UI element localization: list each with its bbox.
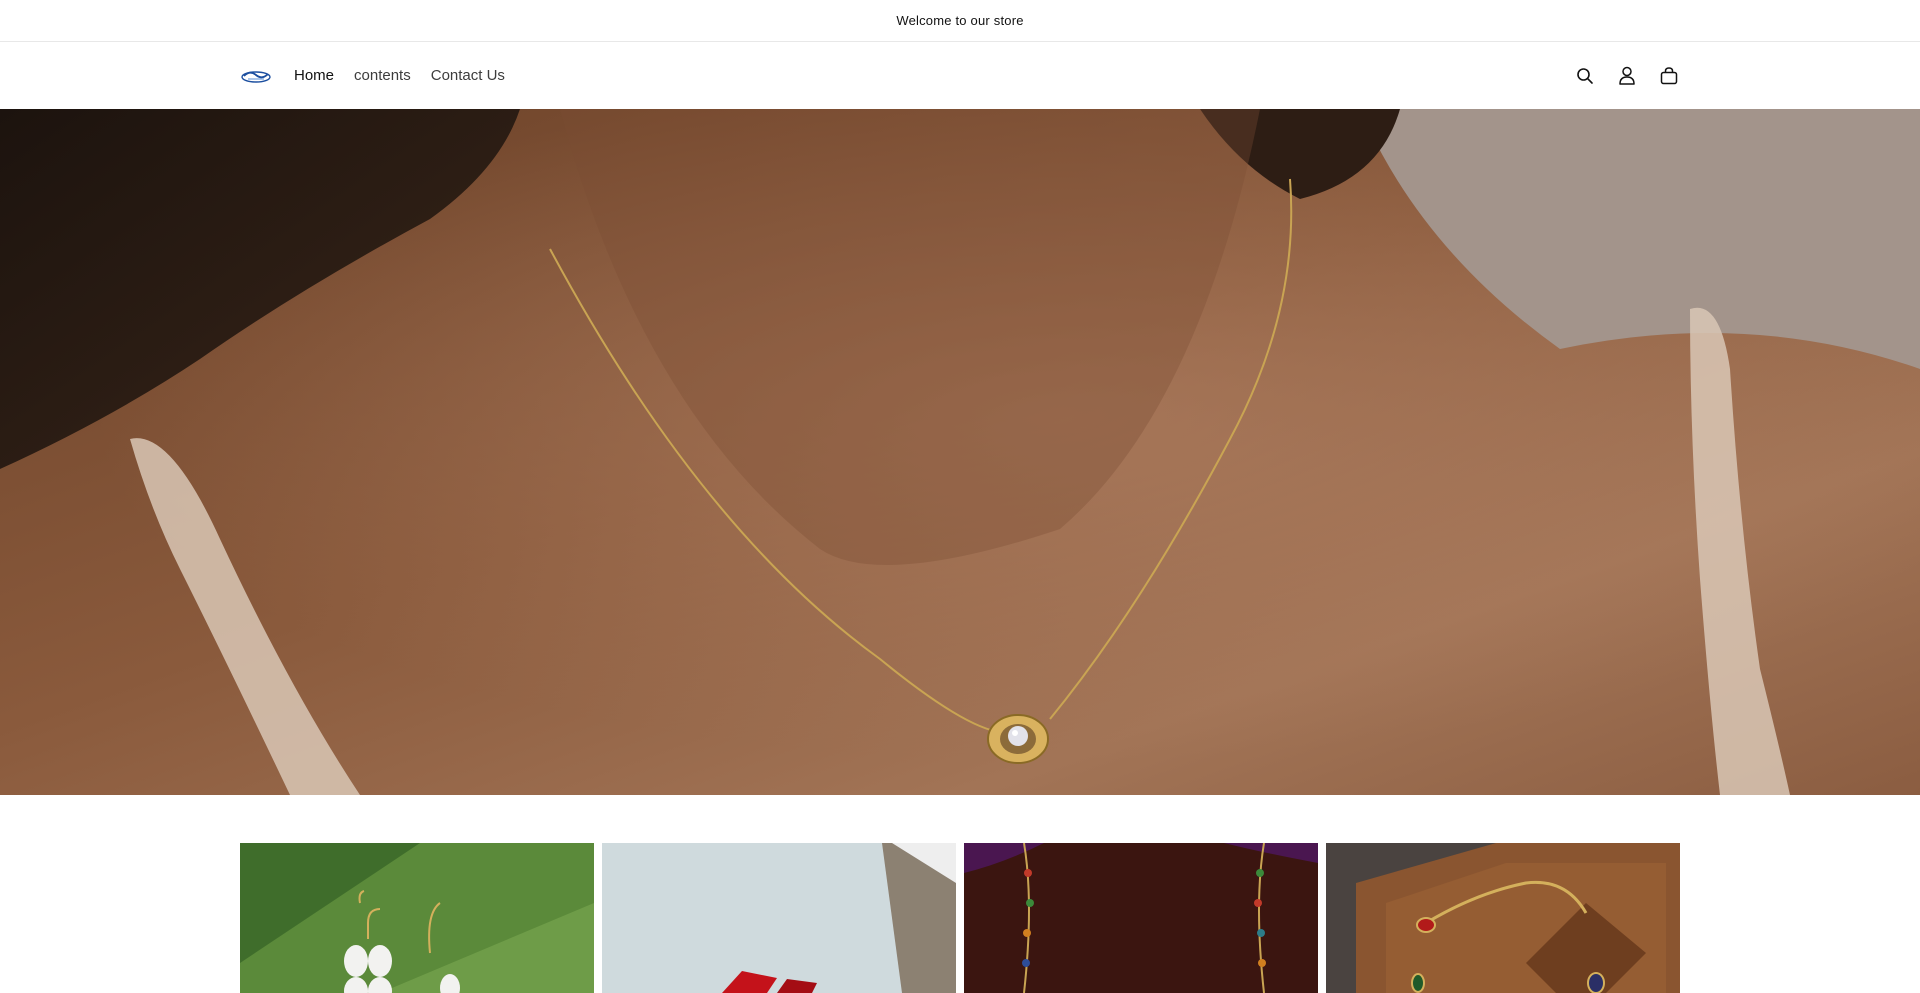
brand-logo-icon bbox=[241, 70, 271, 83]
nav-contact-us[interactable]: Contact Us bbox=[431, 67, 505, 84]
collection-card-jewelry-box[interactable] bbox=[602, 843, 956, 993]
announcement-text: Welcome to our store bbox=[896, 13, 1024, 28]
necklace-image bbox=[964, 843, 1318, 993]
hero-banner[interactable] bbox=[0, 109, 1920, 795]
collection-card-necklace[interactable] bbox=[964, 843, 1318, 993]
account-icon[interactable] bbox=[1616, 65, 1638, 87]
announcement-bar: Welcome to our store bbox=[0, 0, 1920, 42]
brand-logo[interactable] bbox=[240, 64, 274, 88]
search-icon[interactable] bbox=[1574, 65, 1596, 87]
jewelry-box-image bbox=[602, 843, 956, 993]
main-nav: Home contents Contact Us bbox=[294, 67, 505, 84]
collection-grid bbox=[240, 843, 1680, 993]
header-actions bbox=[1574, 65, 1680, 87]
hero-image bbox=[0, 109, 1920, 795]
collection-card-earrings[interactable] bbox=[240, 843, 594, 993]
nav-contents[interactable]: contents bbox=[354, 67, 411, 84]
bracelet-image bbox=[1326, 843, 1680, 993]
cart-icon[interactable] bbox=[1658, 65, 1680, 87]
header-inner: Home contents Contact Us bbox=[240, 42, 1680, 109]
site-header: Home contents Contact Us bbox=[0, 42, 1920, 109]
earrings-image bbox=[240, 843, 594, 993]
collection-card-bracelet[interactable] bbox=[1326, 843, 1680, 993]
nav-home[interactable]: Home bbox=[294, 67, 334, 84]
